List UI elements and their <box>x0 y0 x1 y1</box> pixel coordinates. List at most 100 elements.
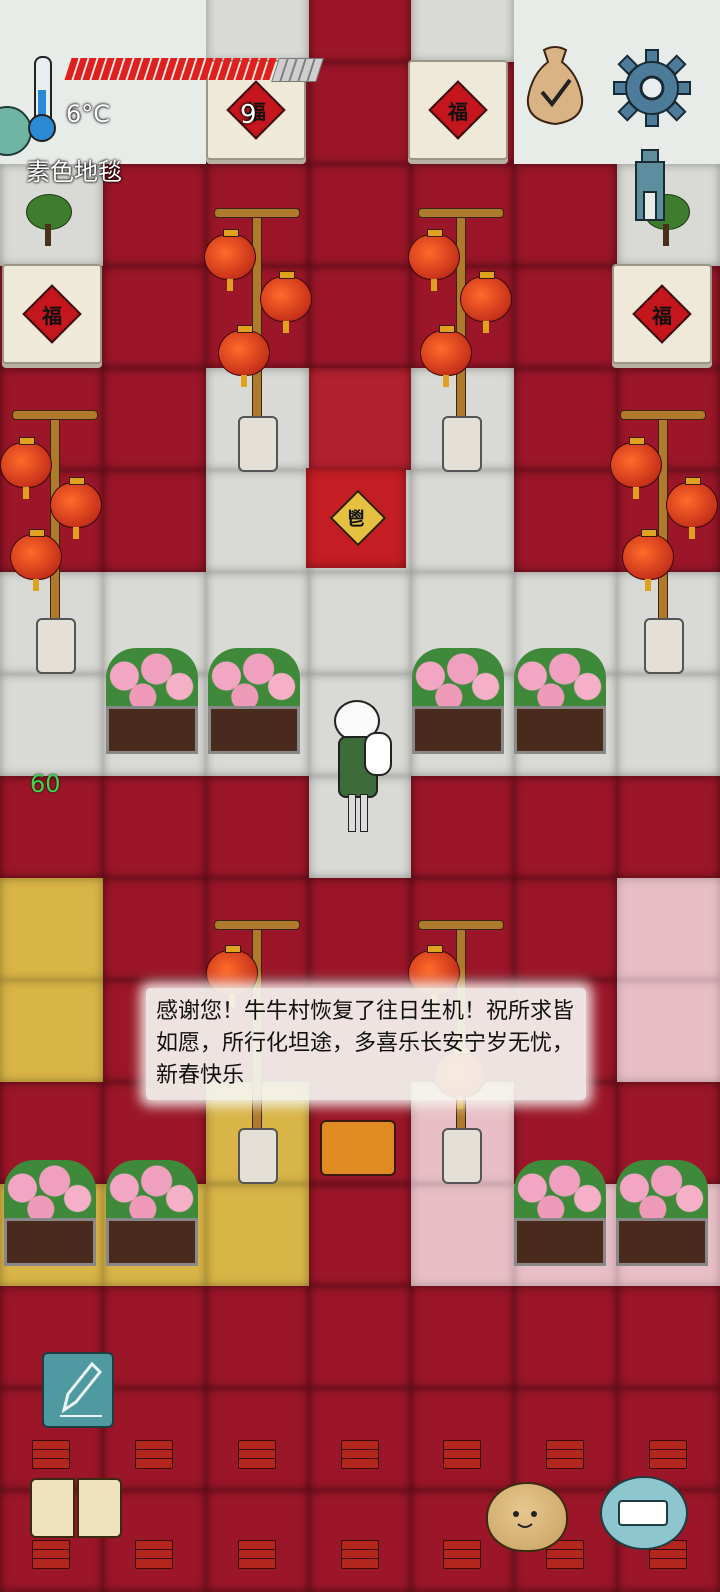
floor-tile-white[interactable] <box>205 470 309 572</box>
workbench[interactable] <box>320 1120 396 1176</box>
floor-tile-snow[interactable] <box>0 0 103 62</box>
book-stack[interactable] <box>339 1540 379 1574</box>
floor-tile-red[interactable] <box>205 1286 309 1388</box>
floor-tile-yellow[interactable] <box>0 878 103 980</box>
floor-tile-white[interactable] <box>411 470 515 572</box>
post-base <box>442 1128 482 1184</box>
floor-tile-yellow[interactable] <box>0 980 103 1082</box>
planter-box <box>106 706 198 754</box>
buff-timer: 60 <box>30 770 61 798</box>
peony-planter[interactable] <box>104 648 200 758</box>
fu-red-stand[interactable]: 鬯 <box>306 468 406 568</box>
post-bar <box>418 208 504 218</box>
peony-planter[interactable] <box>2 1160 98 1270</box>
floor-tile-yellow[interactable] <box>205 1184 309 1286</box>
floor-tile-red[interactable] <box>411 1286 515 1388</box>
floor-tile-red[interactable] <box>308 266 412 368</box>
book-stack[interactable] <box>236 1440 276 1474</box>
post-bar <box>620 410 706 420</box>
book-stack[interactable] <box>647 1440 688 1474</box>
floor-tile-pink[interactable] <box>411 1184 515 1286</box>
peony-planter[interactable] <box>512 648 608 758</box>
floor-tile-white[interactable] <box>411 0 515 62</box>
floor-tile-red[interactable] <box>102 776 206 878</box>
book-stack[interactable] <box>441 1540 482 1574</box>
fu-stone-block[interactable]: 福 <box>2 264 102 364</box>
floor-tile-red[interactable] <box>514 470 618 572</box>
book-stack[interactable] <box>544 1440 585 1474</box>
floor-tile-red[interactable] <box>102 368 206 470</box>
floor-tile-red[interactable] <box>617 1286 720 1388</box>
post-pole <box>252 208 262 440</box>
tree-trunk <box>45 224 51 246</box>
gear-icon[interactable] <box>612 48 692 128</box>
floor-tile-red[interactable] <box>205 1388 309 1490</box>
book-stack[interactable] <box>133 1540 173 1574</box>
small-tree[interactable] <box>26 194 72 250</box>
temperature-label: 6°C <box>66 100 111 128</box>
lantern-post[interactable] <box>204 204 312 474</box>
book-stack[interactable] <box>339 1440 379 1474</box>
lantern-post[interactable] <box>0 406 104 676</box>
floor-tile-red[interactable] <box>411 1388 515 1490</box>
floor-tile-red[interactable] <box>617 1388 720 1490</box>
tower-svg <box>635 149 665 221</box>
peony-planter[interactable] <box>104 1160 200 1270</box>
floor-tile-red[interactable] <box>514 368 618 470</box>
sack-check-icon[interactable] <box>518 44 592 128</box>
book-stack[interactable] <box>30 1540 70 1574</box>
floor-tile-red[interactable] <box>308 1388 412 1490</box>
floor-tile-white[interactable] <box>308 572 412 674</box>
floor-tile-red[interactable] <box>514 1388 618 1490</box>
floor-tile-red[interactable] <box>102 878 206 980</box>
peony-planter[interactable] <box>410 648 506 758</box>
floor-tile-pink[interactable] <box>617 878 720 980</box>
fu-stone-block[interactable]: 福 <box>408 60 508 160</box>
floor-tile-red[interactable] <box>308 1184 412 1286</box>
floor-tile-darkred[interactable] <box>308 368 412 470</box>
book-stack[interactable] <box>441 1440 482 1474</box>
fu-stone-block[interactable]: 福 <box>612 264 712 364</box>
floor-tile-red[interactable] <box>514 266 618 368</box>
floor-tile-red[interactable] <box>308 0 412 62</box>
lantern-post[interactable] <box>610 406 718 676</box>
floor-tile-red[interactable] <box>514 164 618 266</box>
floor-tile-red[interactable] <box>514 776 618 878</box>
floor-tile-red[interactable] <box>102 1388 206 1490</box>
floor-tile-red[interactable] <box>617 776 720 878</box>
floor-tile-white[interactable] <box>205 0 309 62</box>
floor-tile-white[interactable] <box>617 674 720 776</box>
floor-tile-red[interactable] <box>308 164 412 266</box>
peony-planter[interactable] <box>614 1160 710 1270</box>
floor-tile-snow[interactable] <box>102 0 206 62</box>
planter-box <box>412 706 504 754</box>
peony-planter[interactable] <box>206 648 302 758</box>
stand-character: 鬯 <box>347 509 365 530</box>
player-character[interactable] <box>328 696 392 836</box>
floor-tile-red[interactable] <box>308 878 412 980</box>
potato-face-icon[interactable] <box>486 1482 568 1552</box>
book-stack[interactable] <box>236 1540 276 1574</box>
panda-plush <box>364 732 392 776</box>
peony-planter[interactable] <box>512 1160 608 1270</box>
floor-tile-white[interactable] <box>0 674 103 776</box>
floor-tile-pink[interactable] <box>617 980 720 1082</box>
floor-tile-red[interactable] <box>102 266 206 368</box>
lantern-post[interactable] <box>408 204 512 474</box>
pencil-icon[interactable] <box>42 1352 114 1428</box>
floor-tile-red[interactable] <box>514 1286 618 1388</box>
keyboard-icon[interactable] <box>600 1476 688 1550</box>
lantern-icon <box>0 437 52 499</box>
tower-icon[interactable] <box>628 148 672 222</box>
book-stack[interactable] <box>133 1440 173 1474</box>
floor-tile-red[interactable] <box>514 878 618 980</box>
floor-tile-red[interactable] <box>102 1286 206 1388</box>
floor-tile-red[interactable] <box>102 470 206 572</box>
floor-tile-red[interactable] <box>411 776 515 878</box>
book-stack[interactable] <box>30 1440 70 1474</box>
lantern-icon <box>610 437 662 499</box>
floor-tile-red[interactable] <box>308 1286 412 1388</box>
floor-name-label: 素色地毯 <box>26 158 122 186</box>
journal-icon[interactable] <box>30 1478 124 1540</box>
floor-tile-red[interactable] <box>205 776 309 878</box>
